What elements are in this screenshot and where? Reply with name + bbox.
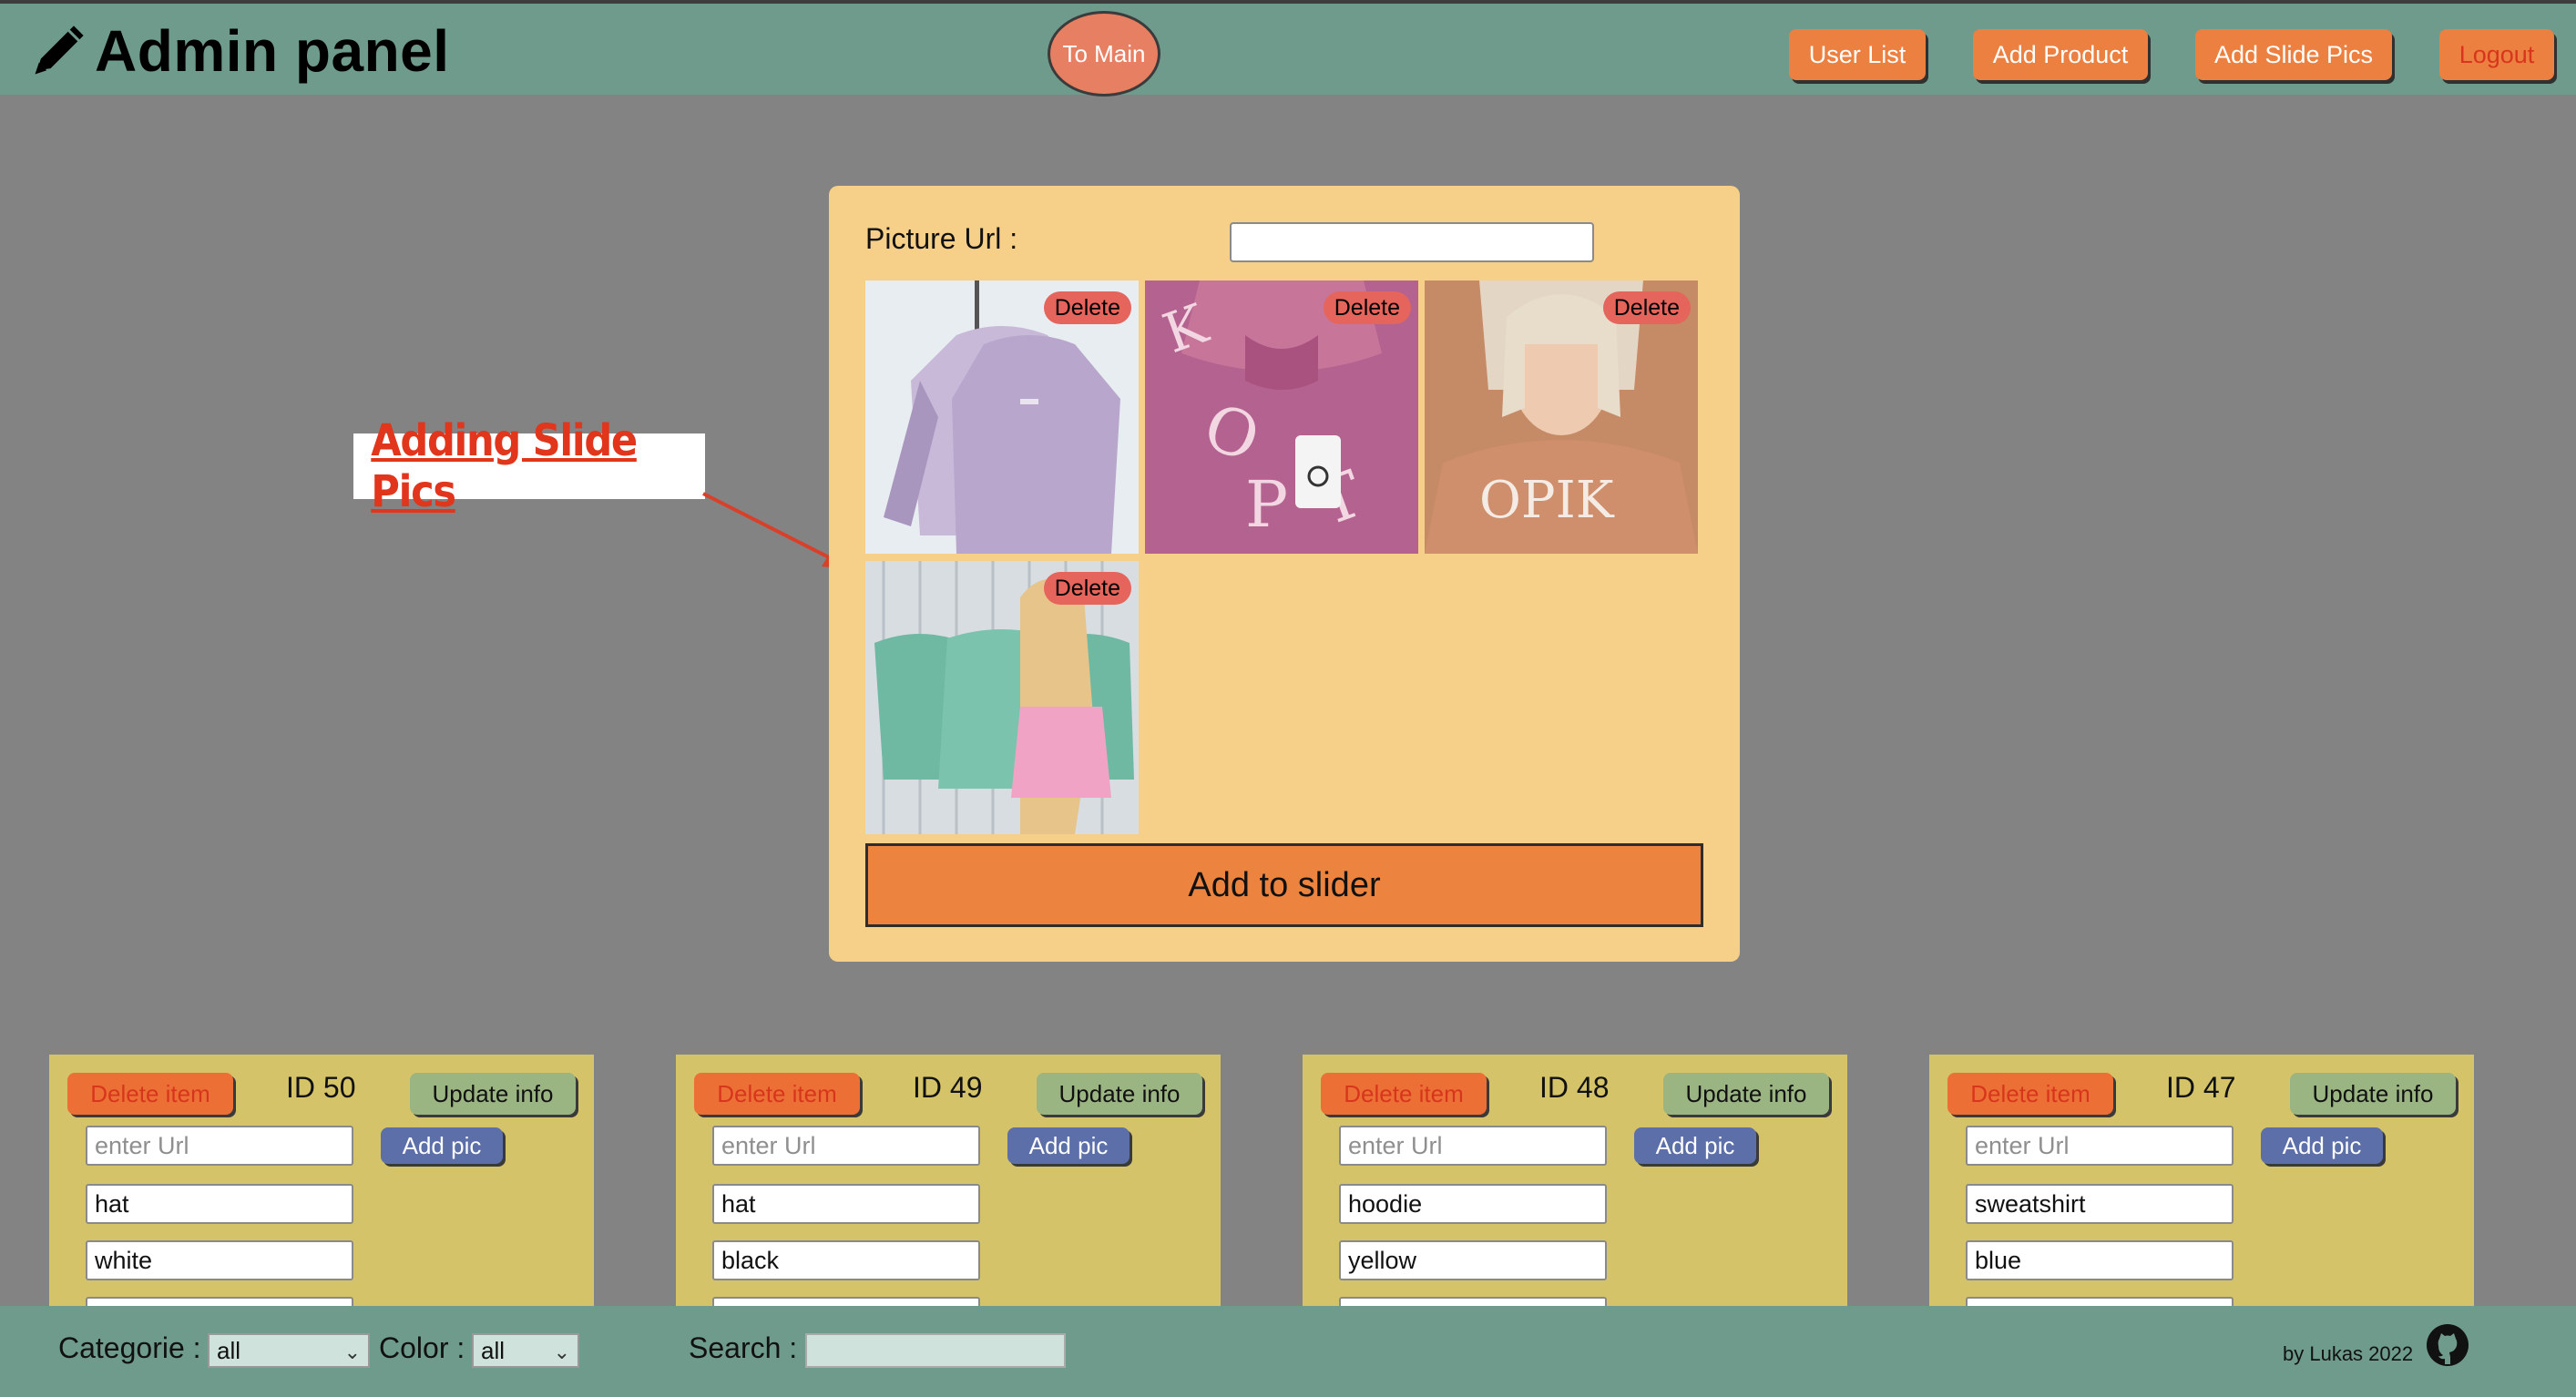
categorie-label: Categorie : xyxy=(58,1331,201,1364)
delete-item-button[interactable]: Delete item xyxy=(1321,1073,1487,1115)
delete-slide-button[interactable]: Delete xyxy=(1323,291,1411,324)
category-field[interactable]: hat xyxy=(86,1184,353,1224)
svg-text:P: P xyxy=(1245,467,1288,542)
delete-item-button[interactable]: Delete item xyxy=(694,1073,860,1115)
category-field[interactable]: hat xyxy=(712,1184,980,1224)
categorie-select[interactable]: all ⌄ xyxy=(208,1333,370,1368)
product-card: Delete item ID 50 Update info enter Url … xyxy=(49,1055,594,1337)
slide-image-1: Delete xyxy=(865,280,1139,554)
picture-url-input[interactable] xyxy=(1230,222,1594,262)
delete-item-button[interactable]: Delete item xyxy=(67,1073,233,1115)
image-url-input[interactable]: enter Url xyxy=(1966,1126,2234,1166)
add-product-button[interactable]: Add Product xyxy=(1973,29,2148,80)
user-list-button[interactable]: User List xyxy=(1789,29,1926,80)
product-id: ID 50 xyxy=(286,1071,356,1104)
product-id: ID 49 xyxy=(913,1071,983,1104)
header-bar: Admin panel To Main User List Add Produc… xyxy=(0,0,2576,97)
add-pic-button[interactable]: Add pic xyxy=(381,1127,503,1164)
color-field[interactable]: blue xyxy=(1966,1240,2234,1280)
credit-text: by Lukas 2022 xyxy=(2283,1342,2414,1365)
chevron-down-icon: ⌄ xyxy=(343,1341,361,1363)
color-select[interactable]: all ⌄ xyxy=(472,1333,579,1368)
slide-image-2: K O P T Delete xyxy=(1145,280,1418,554)
product-id: ID 47 xyxy=(2166,1071,2236,1104)
image-url-input[interactable]: enter Url xyxy=(86,1126,353,1166)
slide-image-3: OPIK Delete xyxy=(1425,280,1698,554)
footer-bar: Categorie : all ⌄ Color : all ⌄ Search :… xyxy=(0,1306,2576,1397)
category-field[interactable]: sweatshirt xyxy=(1966,1184,2234,1224)
slide-pics-panel: Picture Url : Delete K O P T Delete xyxy=(829,186,1740,962)
page-title: Admin panel xyxy=(95,18,450,84)
delete-slide-button[interactable]: Delete xyxy=(1043,291,1131,324)
search-label: Search : xyxy=(689,1331,798,1364)
chevron-down-icon: ⌄ xyxy=(553,1341,570,1363)
update-info-button[interactable]: Update info xyxy=(410,1073,576,1115)
delete-slide-button[interactable]: Delete xyxy=(1602,291,1691,324)
update-info-button[interactable]: Update info xyxy=(1037,1073,1202,1115)
pencil-icon xyxy=(35,25,84,75)
github-icon[interactable] xyxy=(2425,1322,2470,1368)
add-to-slider-button[interactable]: Add to slider xyxy=(865,843,1703,927)
logout-button[interactable]: Logout xyxy=(2439,29,2554,80)
image-url-input[interactable]: enter Url xyxy=(712,1126,980,1166)
svg-text:OPIK: OPIK xyxy=(1479,471,1615,530)
color-field[interactable]: yellow xyxy=(1339,1240,1607,1280)
add-slide-pics-button[interactable]: Add Slide Pics xyxy=(2195,29,2392,80)
add-pic-button[interactable]: Add pic xyxy=(1634,1127,1756,1164)
product-card: Delete item ID 49 Update info enter Url … xyxy=(676,1055,1221,1337)
brand: Admin panel xyxy=(27,16,450,86)
update-info-button[interactable]: Update info xyxy=(2290,1073,2456,1115)
add-pic-button[interactable]: Add pic xyxy=(1007,1127,1130,1164)
to-main-button[interactable]: To Main xyxy=(1048,11,1160,97)
color-label: Color : xyxy=(379,1331,465,1364)
color-field[interactable]: black xyxy=(712,1240,980,1280)
product-card: Delete item ID 48 Update info enter Url … xyxy=(1303,1055,1847,1337)
color-field[interactable]: white xyxy=(86,1240,353,1280)
image-url-input[interactable]: enter Url xyxy=(1339,1126,1607,1166)
product-card: Delete item ID 47 Update info enter Url … xyxy=(1929,1055,2474,1337)
delete-item-button[interactable]: Delete item xyxy=(1947,1073,2113,1115)
product-id: ID 48 xyxy=(1539,1071,1610,1104)
search-input[interactable] xyxy=(805,1333,1066,1368)
update-info-button[interactable]: Update info xyxy=(1663,1073,1829,1115)
category-field[interactable]: hoodie xyxy=(1339,1184,1607,1224)
delete-slide-button[interactable]: Delete xyxy=(1043,572,1131,605)
add-pic-button[interactable]: Add pic xyxy=(2261,1127,2383,1164)
annotation-label: Adding Slide Pics xyxy=(353,415,705,517)
picture-url-label: Picture Url : xyxy=(865,222,1018,255)
slide-image-4: Delete xyxy=(865,561,1139,834)
